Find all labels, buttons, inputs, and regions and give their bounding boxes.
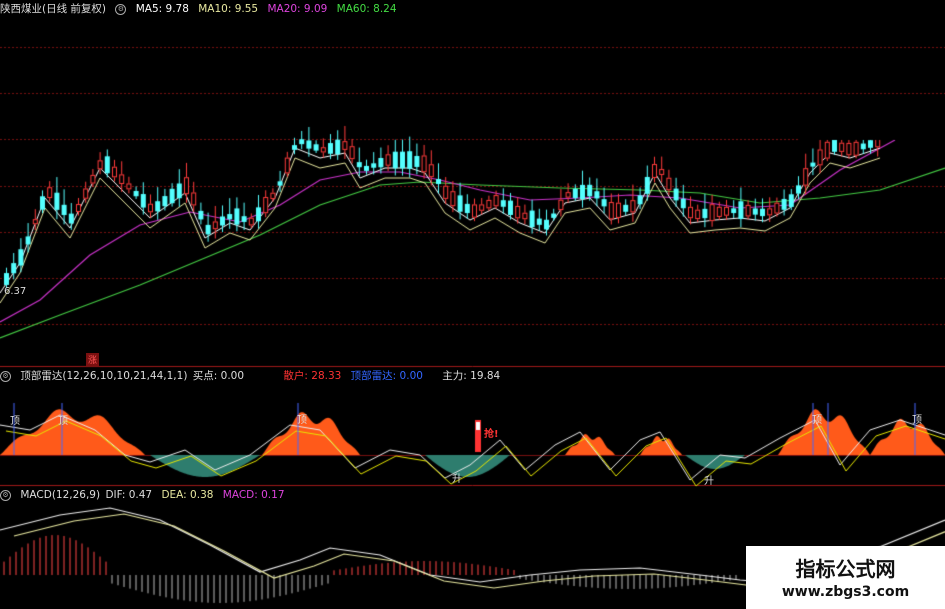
watermark-title: 指标公式网 (795, 557, 896, 581)
top-label: 顶 (912, 415, 922, 426)
top-label: 顶 (812, 415, 822, 426)
macd-header: ⚙ MACD(12,26,9) DIF: 0.47 DEA: 0.38 MACD… (0, 487, 291, 503)
rise-label: 升 (704, 476, 714, 487)
macd-name: MACD(12,26,9) (20, 489, 101, 501)
top-radar-value: 顶部雷达: 0.00 (350, 370, 423, 382)
settings-circle-icon[interactable]: ⚙ (115, 3, 127, 15)
ma10-value: MA10: 9.55 (198, 3, 259, 15)
top-label: 顶 (297, 415, 307, 426)
indicator-name: 顶部雷达(12,26,10,10,21,44,1,1) (20, 370, 188, 382)
grab-label: 抢! (484, 429, 499, 440)
dea-value: DEA: 0.38 (161, 489, 214, 501)
ma60-value: MA60: 8.24 (336, 3, 397, 15)
ma5-value: MA5: 9.78 (135, 3, 189, 15)
macd-value: MACD: 0.17 (222, 489, 285, 501)
chart-title: 陕西煤业(日线 前复权) (0, 3, 107, 15)
buy-point-value: 买点: 0.00 (192, 370, 245, 382)
ma20-value: MA20: 9.09 (267, 3, 328, 15)
settings-circle-icon[interactable]: ⚙ (0, 489, 11, 501)
settings-circle-icon[interactable]: ⚙ (0, 370, 11, 382)
indicator-header: ⚙ 顶部雷达(12,26,10,10,21,44,1,1) 买点: 0.00 散… (0, 368, 506, 384)
stock-chart-canvas[interactable] (0, 0, 945, 609)
watermark: 指标公式网 www.zbgs3.com (746, 546, 945, 609)
low-price-label: 6.37 (4, 286, 27, 297)
watermark-url: www.zbgs3.com (781, 584, 910, 600)
main-force-value: 主力: 19.84 (442, 370, 501, 382)
top-label: 顶 (10, 416, 20, 427)
top-label: 顶 (58, 416, 68, 427)
dif-value: DIF: 0.47 (105, 489, 153, 501)
main-chart-header: 陕西煤业(日线 前复权) ⚙ MA5: 9.78 MA10: 9.55 MA20… (0, 1, 403, 17)
up-marker-label: 涨 (86, 353, 100, 366)
retail-value: 散户: 28.33 (283, 370, 342, 382)
rise-label: 升 (452, 474, 462, 485)
